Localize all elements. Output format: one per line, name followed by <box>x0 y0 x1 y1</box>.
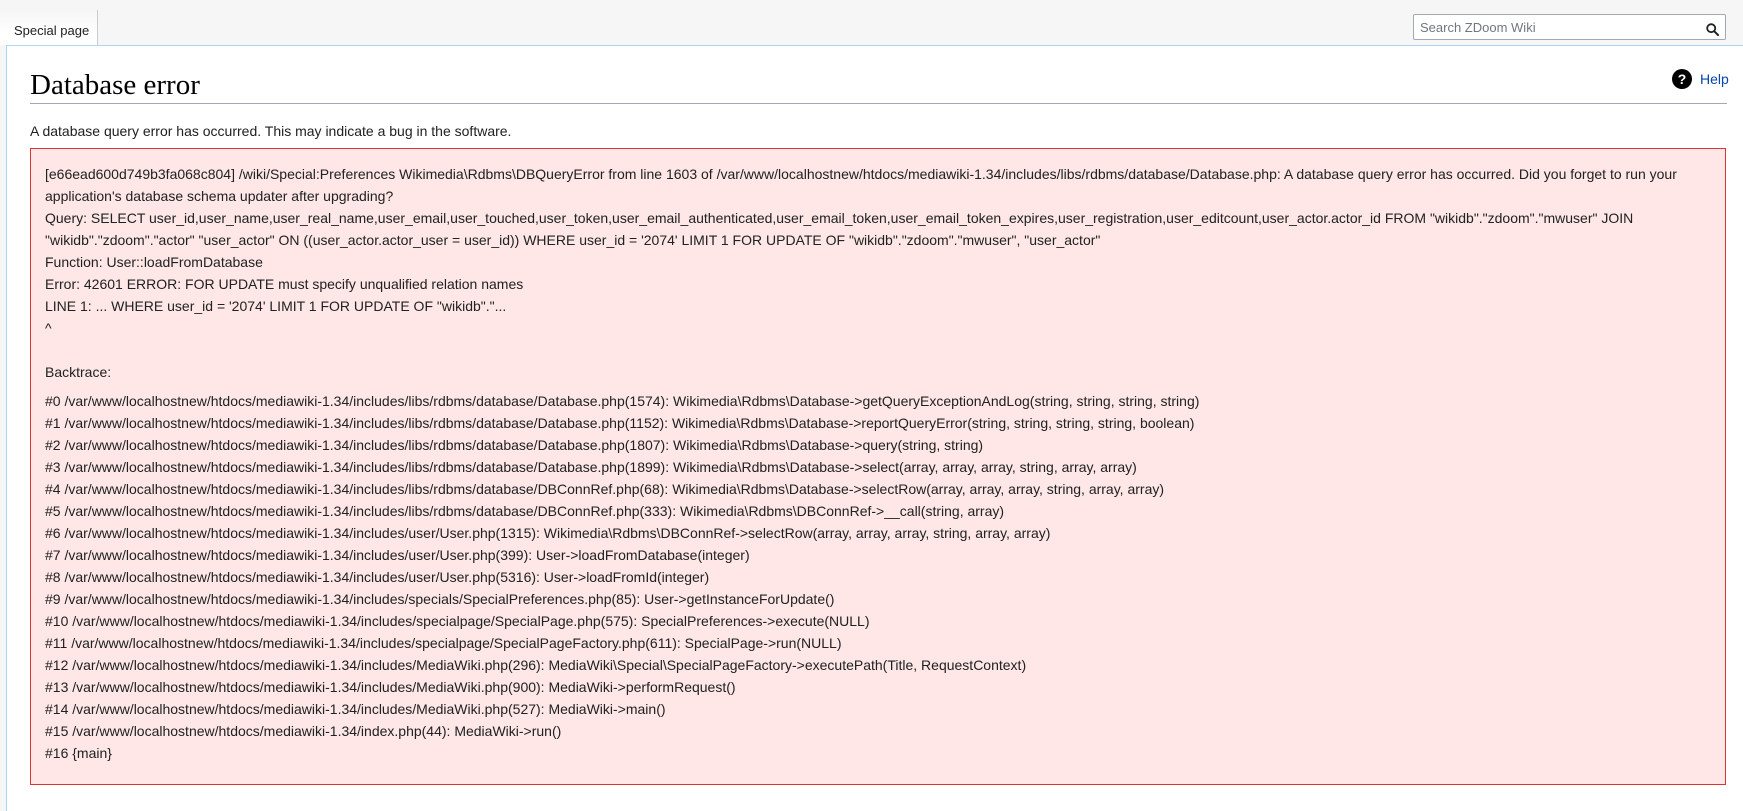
backtrace-frame: #12 /var/www/localhostnew/htdocs/mediawi… <box>45 657 1027 673</box>
help-label: Help <box>1700 71 1729 87</box>
error-summary: [e66ead600d749b3fa068c804] /wiki/Special… <box>45 166 1677 204</box>
help-icon: ? <box>1672 69 1692 89</box>
content-area: Database error ? Help A database query e… <box>6 45 1743 811</box>
backtrace-frame: #10 /var/www/localhostnew/htdocs/mediawi… <box>45 613 870 629</box>
search-button[interactable] <box>1700 16 1724 38</box>
top-bar: Special page <box>0 0 1743 46</box>
tab-special-page-label: Special page <box>14 23 90 38</box>
backtrace-frame: #4 /var/www/localhostnew/htdocs/mediawik… <box>45 481 1165 497</box>
backtrace-frame: #3 /var/www/localhostnew/htdocs/mediawik… <box>45 459 1137 475</box>
search-icon <box>1705 22 1719 36</box>
backtrace-frame: #14 /var/www/localhostnew/htdocs/mediawi… <box>45 701 666 717</box>
error-caret: ^ <box>45 320 52 336</box>
backtrace-frame: #6 /var/www/localhostnew/htdocs/mediawik… <box>45 525 1051 541</box>
page-title: Database error <box>30 66 1727 104</box>
tab-special-page[interactable]: Special page <box>0 10 99 45</box>
backtrace-frame: #8 /var/www/localhostnew/htdocs/mediawik… <box>45 569 710 585</box>
search-input[interactable] <box>1414 15 1694 39</box>
backtrace-frame: #7 /var/www/localhostnew/htdocs/mediawik… <box>45 547 750 563</box>
error-box: [e66ead600d749b3fa068c804] /wiki/Special… <box>30 148 1726 785</box>
error-query: Query: SELECT user_id,user_name,user_rea… <box>45 210 1634 248</box>
search-box <box>1413 14 1726 40</box>
backtrace-list: #0 /var/www/localhostnew/htdocs/mediawik… <box>45 390 1711 764</box>
intro-text: A database query error has occurred. Thi… <box>30 123 512 139</box>
error-function: Function: User::loadFromDatabase <box>45 254 263 270</box>
backtrace-frame: #16 {main} <box>45 745 112 761</box>
help-link[interactable]: ? Help <box>1672 68 1729 90</box>
backtrace-frame: #11 /var/www/localhostnew/htdocs/mediawi… <box>45 635 842 651</box>
backtrace-frame: #5 /var/www/localhostnew/htdocs/mediawik… <box>45 503 1005 519</box>
backtrace-frame: #15 /var/www/localhostnew/htdocs/mediawi… <box>45 723 562 739</box>
backtrace-frame: #2 /var/www/localhostnew/htdocs/mediawik… <box>45 437 984 453</box>
backtrace-frame: #13 /var/www/localhostnew/htdocs/mediawi… <box>45 679 736 695</box>
backtrace-label: Backtrace: <box>45 364 112 380</box>
backtrace-frame: #9 /var/www/localhostnew/htdocs/mediawik… <box>45 591 835 607</box>
backtrace-frame: #0 /var/www/localhostnew/htdocs/mediawik… <box>45 393 1200 409</box>
error-message: Error: 42601 ERROR: FOR UPDATE must spec… <box>45 276 524 292</box>
error-line: LINE 1: ... WHERE user_id = '2074' LIMIT… <box>45 298 507 314</box>
backtrace-frame: #1 /var/www/localhostnew/htdocs/mediawik… <box>45 415 1195 431</box>
